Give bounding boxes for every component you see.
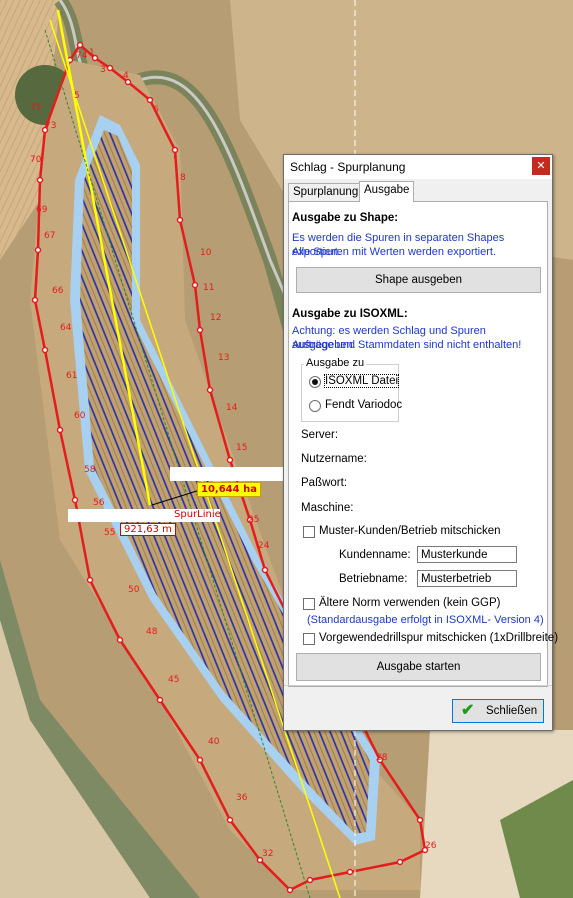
point-label: 60 [74,411,86,421]
area-value: 10,644 ha [197,482,261,497]
point-label: 64 [60,323,72,333]
point-label: 10 [200,248,212,258]
radio-isoxml-label[interactable]: ISOXML Datei [323,374,400,388]
point-label: 11 [203,283,214,293]
output-target-group [301,364,399,422]
close-icon[interactable]: ✕ [532,157,550,175]
point-label: 56 [93,498,105,508]
point-label: 69 [36,205,48,215]
title-bar[interactable]: Schlag - Spurplanung ✕ [284,155,552,179]
dialog-title: Schlag - Spurplanung [290,160,406,174]
checkmark-icon: ✔ [461,702,475,719]
point-label: 71 [30,103,41,113]
start-output-button[interactable]: Ausgabe starten [296,653,541,681]
older-norm-checkbox[interactable] [303,598,315,610]
radio-fendt[interactable] [309,400,321,412]
point-label: 58 [84,465,96,475]
point-label: 25 [248,515,259,525]
point-label: 6 [153,105,159,115]
radio-isoxml[interactable] [309,376,321,388]
point-label: 13 [218,353,229,363]
spur-line-label: SpurLinie [174,509,221,520]
password-label: Paßwort: [301,477,348,489]
point-label: 26 [425,841,437,851]
point-label: 36 [236,793,248,803]
point-label: 66 [52,286,64,296]
machine-label: Maschine: [301,502,354,514]
customer-checkbox[interactable] [303,526,315,538]
point-label: 5 [74,91,80,101]
footer-separator [284,685,552,686]
point-label: 74 [76,51,88,61]
customer-name-input[interactable]: Musterkunde [417,546,517,563]
output-target-group-title: Ausgabe zu [304,357,367,369]
close-dialog-button[interactable]: ✔ Schließen [452,699,544,723]
isoxml-heading: Ausgabe zu ISOXML: [292,308,408,320]
point-label: 28 [376,753,388,763]
point-label: 48 [146,627,158,637]
point-label: 61 [66,371,77,381]
point-label: 67 [44,231,55,241]
point-label: 40 [208,737,220,747]
isoxml-info-line2: Aufträge und Stammdaten sind nicht entha… [292,339,522,351]
point-label: 3 [100,65,106,75]
point-label: 12 [210,313,221,323]
area-label-bg [170,467,285,481]
headland-track-checkbox[interactable] [303,633,315,645]
user-label: Nutzername: [301,453,367,465]
dialog-window: Schlag - Spurplanung ✕ Spurplanung Ausga… [283,154,558,731]
point-label: 70 [30,155,42,165]
server-label: Server: [301,429,339,441]
point-label: 1 [89,48,95,58]
length-value: 921,63 m [120,523,176,536]
point-label: 14 [226,403,238,413]
point-label: 45 [168,675,179,685]
point-label: 24 [258,541,270,551]
point-label: 50 [128,585,140,595]
shape-export-button[interactable]: Shape ausgeben [296,267,541,293]
tab-panel-ausgabe: Ausgabe zu Shape: Es werden die Spuren i… [288,201,558,687]
headland-track-label[interactable]: Vorgewendedrillspur mitschicken (1xDrill… [319,632,558,644]
tab-ausgabe[interactable]: Ausgabe [359,181,415,202]
shape-info-line2: Alle Spuren mit Werten werden exportiert… [292,246,496,258]
point-label: 4 [123,71,129,81]
point-label: 55 [104,528,115,538]
farm-name-label: Betriebname: [339,573,408,585]
point-label: 15 [236,443,247,453]
older-norm-label[interactable]: Ältere Norm verwenden (kein GGP) [319,597,501,609]
point-label: 32 [262,849,273,859]
standard-version-note: (Standardausgabe erfolgt in ISOXML- Vers… [307,614,544,626]
radio-fendt-label[interactable]: Fendt Variodoc [325,399,402,411]
shape-heading: Ausgabe zu Shape: [292,212,399,224]
point-label: 8 [180,173,186,183]
tab-spurplanung[interactable]: Spurplanung [288,183,364,201]
point-label: 7 [172,151,178,161]
customer-name-label: Kundenname: [339,549,411,561]
point-label: 73 [45,121,56,131]
close-dialog-label: Schließen [486,705,538,717]
farm-name-input[interactable]: Musterbetrieb [417,570,517,587]
customer-checkbox-label[interactable]: Muster-Kunden/Betrieb mitschicken [319,525,501,537]
